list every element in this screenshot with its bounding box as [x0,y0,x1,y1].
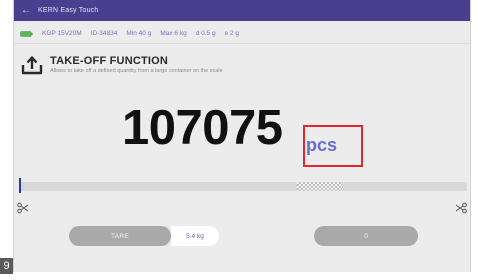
scissors-icon [17,202,29,214]
scale-model: KGP 15V20M [42,30,82,37]
app-title: KERN Easy Touch [38,7,99,14]
min-load: Min 40 g [126,30,152,37]
count-value: 107075 [122,101,283,155]
function-description: Allows to take off a defined quantity fr… [50,68,223,74]
zero-button-label: 0 [364,232,368,240]
scissors-icon [455,202,467,214]
battery-icon [20,30,33,37]
readability-d: d 0.5 g [195,30,216,37]
zero-button[interactable]: 0 [314,226,418,246]
capacity-marker [19,178,21,193]
scale-id: ID-34834 [90,30,118,37]
function-header: TAKE-OFF FUNCTION Allows to take off a d… [14,52,470,80]
weight-readout: 107075 [122,100,283,170]
verification-e: e 2 g [224,30,240,37]
upload-icon [21,56,43,75]
title-bar: ← KERN Easy Touch [14,0,470,21]
figure-number: 9 [0,258,13,274]
function-title: TAKE-OFF FUNCTION [50,55,169,67]
tare-value-text: 5.4 kg [186,232,204,240]
capacity-bar [19,182,467,191]
tare-button-label: TARE [110,232,130,240]
max-load: Max 6 kg [160,30,187,37]
unit-label[interactable]: pcs [306,135,337,156]
tare-value: 5.4 kg [171,226,219,246]
screenshot-frame: ← KERN Easy Touch KGP 15V20M ID-34834 Mi… [0,0,478,280]
scale-info-bar: KGP 15V20M ID-34834 Min 40 g Max 6 kg d … [14,24,470,44]
app-window: ← KERN Easy Touch KGP 15V20M ID-34834 Mi… [13,0,471,272]
arrow-left-icon[interactable]: ← [14,0,38,21]
target-window [296,182,342,191]
tare-button[interactable]: TARE [69,226,171,246]
